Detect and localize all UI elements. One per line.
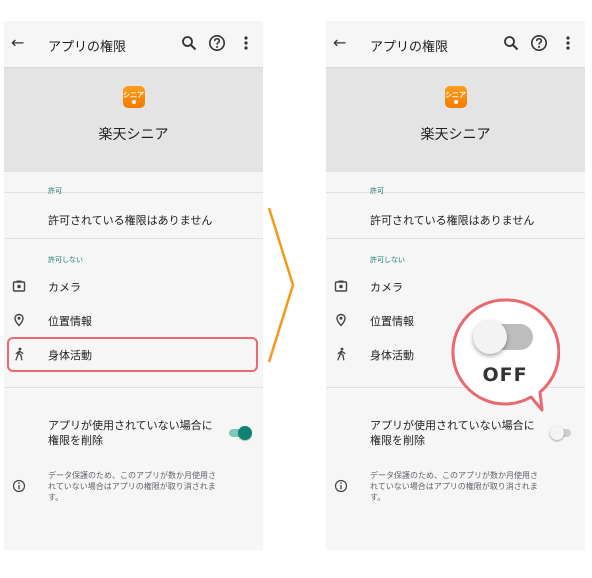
info-text: データ保護のため、このアプリが数か月使用さ れていない場合はアプリの権限が取り消… bbox=[48, 470, 258, 503]
location-icon bbox=[14, 313, 24, 327]
app-header: シニア 楽天シニア bbox=[326, 67, 585, 172]
location-icon bbox=[336, 313, 346, 327]
toggle-thumb bbox=[550, 426, 564, 440]
phone-screen-after: ← アプリの権限 シニア 楽天シニア 許可 許可されている権限はありません 許可… bbox=[326, 21, 585, 550]
permission-item-location[interactable]: 位置情報 bbox=[370, 313, 414, 329]
callout-off-label: OFF bbox=[482, 364, 528, 386]
app-name: 楽天シニア bbox=[420, 127, 491, 143]
remove-permissions-line2: 権限を削除 bbox=[48, 434, 103, 447]
camera-icon bbox=[12, 280, 26, 292]
permission-item-camera[interactable]: カメラ bbox=[48, 279, 81, 295]
app-icon-dot bbox=[453, 100, 458, 104]
remove-permissions-toggle[interactable] bbox=[550, 425, 574, 441]
remove-permissions-toggle[interactable] bbox=[228, 425, 252, 441]
app-bar-title: アプリの権限 bbox=[370, 40, 449, 55]
info-line2: れていない場合はアプリの権限が取り消されま bbox=[48, 482, 216, 491]
app-bar-title: アプリの権限 bbox=[48, 40, 127, 55]
denied-section-label: 許可しない bbox=[370, 256, 405, 264]
app-icon-text: シニア bbox=[123, 91, 144, 99]
remove-permissions-line1: アプリが使用されていない場合に bbox=[370, 419, 535, 432]
arrow-back-icon[interactable]: ← bbox=[11, 35, 24, 51]
remove-permissions-line2: 権限を削除 bbox=[370, 434, 425, 447]
divider bbox=[326, 171, 585, 172]
toggle-thumb bbox=[238, 426, 252, 440]
info-icon bbox=[12, 479, 26, 493]
info-line3: す。 bbox=[48, 493, 64, 502]
enlarged-toggle-thumb bbox=[473, 320, 507, 354]
divider bbox=[326, 238, 585, 239]
divider bbox=[4, 171, 263, 172]
camera-icon bbox=[334, 280, 348, 292]
divider bbox=[4, 192, 263, 193]
search-icon[interactable] bbox=[181, 35, 197, 51]
info-text: データ保護のため、このアプリが数か月使用さ れていない場合はアプリの権限が取り消… bbox=[370, 470, 580, 503]
allowed-section-label: 許可 bbox=[48, 187, 62, 195]
divider bbox=[326, 192, 585, 193]
permission-item-location[interactable]: 位置情報 bbox=[48, 313, 92, 329]
info-line2: れていない場合はアプリの権限が取り消されま bbox=[370, 482, 538, 491]
info-line1: データ保護のため、このアプリが数か月使用さ bbox=[48, 471, 216, 480]
phone-screen-before: ← アプリの権限 シニア 楽天シニア 許可 許可されている権限はありません 許可… bbox=[4, 21, 263, 550]
search-icon[interactable] bbox=[503, 35, 519, 51]
remove-permissions-setting[interactable]: アプリが使用されていない場合に 権限を削除 bbox=[48, 418, 213, 448]
info-line1: データ保護のため、このアプリが数か月使用さ bbox=[370, 471, 538, 480]
allowed-empty-text: 許可されている権限はありません bbox=[370, 214, 535, 227]
info-line3: す。 bbox=[370, 493, 386, 502]
permission-item-camera[interactable]: カメラ bbox=[370, 279, 403, 295]
enlarged-toggle-off bbox=[473, 320, 534, 354]
info-icon bbox=[334, 479, 348, 493]
permission-item-physical-activity[interactable]: 身体活動 bbox=[370, 347, 414, 363]
divider bbox=[4, 238, 263, 239]
callout-bubble-shape bbox=[451, 298, 560, 412]
arrow-back-icon[interactable]: ← bbox=[333, 35, 346, 51]
app-bar: ← アプリの権限 bbox=[4, 21, 263, 67]
remove-permissions-line1: アプリが使用されていない場合に bbox=[48, 419, 213, 432]
more-vert-icon[interactable] bbox=[242, 35, 250, 51]
off-callout-bubble: OFF bbox=[450, 297, 560, 415]
app-icon-text: シニア bbox=[445, 91, 466, 99]
walk-icon bbox=[337, 347, 346, 361]
allowed-section-label: 許可 bbox=[370, 187, 384, 195]
help-icon[interactable] bbox=[530, 34, 548, 52]
divider bbox=[4, 387, 263, 388]
allowed-empty-text: 許可されている権限はありません bbox=[48, 214, 213, 227]
more-vert-icon[interactable] bbox=[564, 35, 572, 51]
remove-permissions-setting[interactable]: アプリが使用されていない場合に 権限を削除 bbox=[370, 418, 535, 448]
app-header: シニア 楽天シニア bbox=[4, 67, 263, 172]
app-name: 楽天シニア bbox=[98, 127, 169, 143]
physical-activity-highlight bbox=[7, 337, 258, 372]
app-icon-dot bbox=[131, 100, 136, 104]
app-bar: ← アプリの権限 bbox=[326, 21, 585, 67]
app-icon: シニア bbox=[122, 86, 145, 108]
chevron-right-arrow bbox=[267, 207, 295, 363]
denied-section-label: 許可しない bbox=[48, 256, 83, 264]
help-icon[interactable] bbox=[208, 34, 226, 52]
app-icon: シニア bbox=[444, 86, 467, 108]
